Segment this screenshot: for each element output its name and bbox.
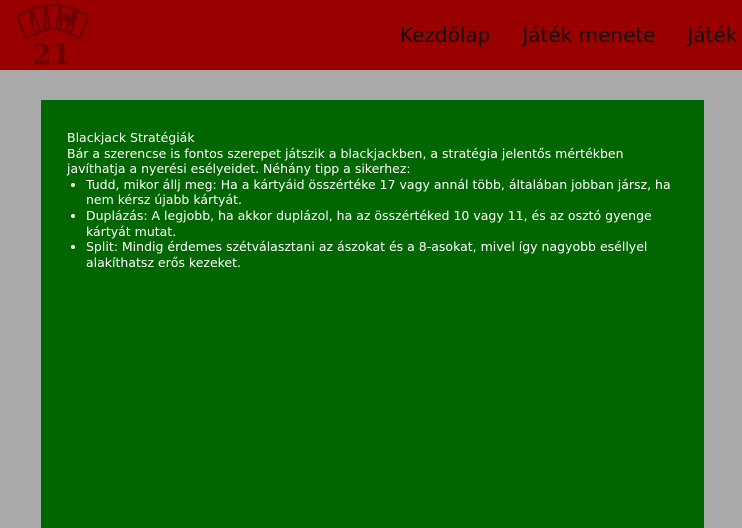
list-item: Split: Mindig érdemes szétválasztani az … xyxy=(86,239,682,270)
nav-item-home[interactable]: Kezdőlap xyxy=(400,0,490,70)
nav-item-game[interactable]: Játék xyxy=(688,0,738,70)
strategy-panel: Blackjack Stratégiák Bár a szerencse is … xyxy=(41,100,704,528)
nav-item-how-to-play[interactable]: Játék menete xyxy=(522,0,655,70)
list-item: Duplázás: A legjobb, ha akkor duplázol, … xyxy=(86,208,682,239)
intro-text: Bár a szerencse is fontos szerepet játsz… xyxy=(67,145,624,177)
list-item: Tudd, mikor állj meg: Ha a kártyáid össz… xyxy=(86,177,682,208)
logo-text: 21 xyxy=(32,38,71,66)
logo[interactable]: 21 xyxy=(16,3,90,70)
site-header: 21 Kezdőlap Játék menete Játék xyxy=(0,0,742,70)
cards-21-logo-icon: 21 xyxy=(16,3,90,70)
main-nav: Kezdőlap Játék menete Játék xyxy=(400,0,742,70)
tips-list: Tudd, mikor állj meg: Ha a kártyáid össz… xyxy=(67,177,682,271)
page-title: Blackjack Stratégiák xyxy=(67,130,195,145)
